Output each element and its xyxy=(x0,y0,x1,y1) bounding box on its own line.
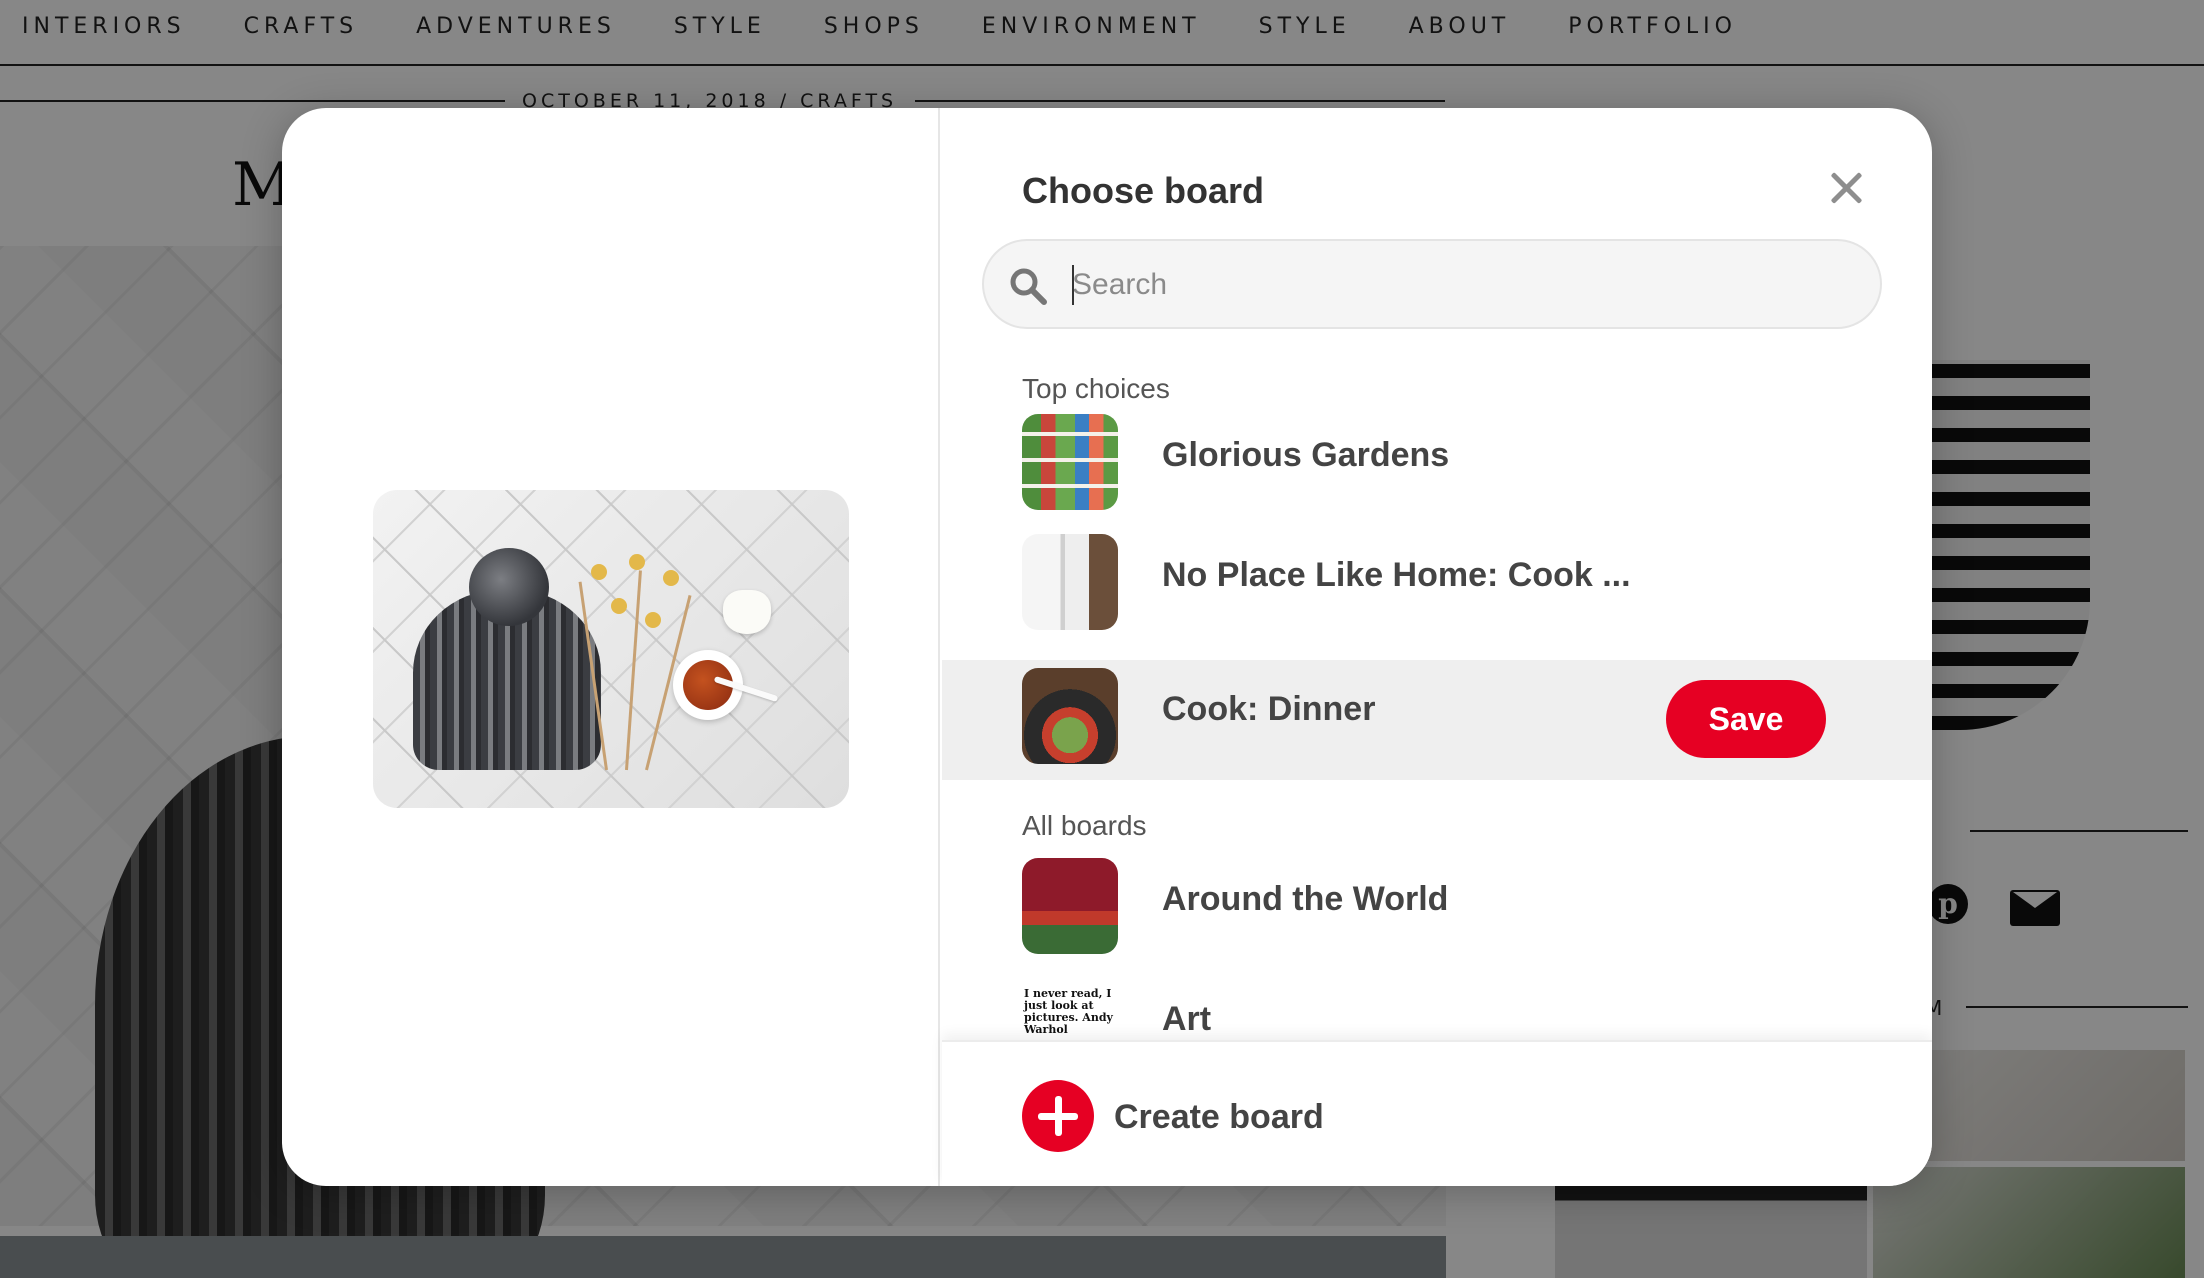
pin-stem xyxy=(625,570,642,771)
pin-flower xyxy=(645,612,661,628)
board-thumbnail xyxy=(1022,858,1118,954)
pin-flower xyxy=(591,564,607,580)
board-name: Art xyxy=(1162,1000,1212,1038)
search-icon xyxy=(1010,268,1047,305)
plus-icon[interactable] xyxy=(1022,1080,1094,1152)
pin-pom xyxy=(469,548,549,626)
search-box[interactable] xyxy=(982,239,1882,329)
board-name: Glorious Gardens xyxy=(1162,436,1450,474)
board-name: No Place Like Home: Cook ... xyxy=(1162,556,1631,594)
board-name: Cook: Dinner xyxy=(1162,690,1376,728)
board-thumbnail xyxy=(1022,534,1118,630)
board-picker-pane: Choose board Top choices Glorious Garden… xyxy=(942,108,1932,1186)
search-input[interactable] xyxy=(1072,257,1852,313)
save-button[interactable]: Save xyxy=(1666,680,1826,758)
create-board-button[interactable]: Create board xyxy=(1114,1098,1324,1137)
pin-jug xyxy=(723,590,771,634)
board-row-cook-dinner[interactable]: Cook: Dinner Save xyxy=(942,660,1932,780)
close-icon[interactable] xyxy=(1824,166,1868,210)
text-caret xyxy=(1072,265,1074,305)
board-row-glorious-gardens[interactable]: Glorious Gardens xyxy=(942,392,1932,512)
pin-flower xyxy=(629,554,645,570)
pin-flower xyxy=(611,598,627,614)
pin-preview-pane xyxy=(282,108,940,1186)
board-row-around-the-world[interactable]: Around the World xyxy=(942,836,1932,956)
choose-board-modal: Choose board Top choices Glorious Garden… xyxy=(282,108,1932,1186)
board-thumbnail xyxy=(1022,414,1118,510)
pin-flower xyxy=(663,570,679,586)
create-board-footer: Create board xyxy=(942,1040,1932,1186)
board-row-no-place-like-home[interactable]: No Place Like Home: Cook ... xyxy=(942,512,1932,632)
board-thumbnail xyxy=(1022,668,1118,764)
modal-title: Choose board xyxy=(1022,170,1265,211)
pin-preview-image xyxy=(373,490,849,808)
board-name: Around the World xyxy=(1162,880,1449,918)
